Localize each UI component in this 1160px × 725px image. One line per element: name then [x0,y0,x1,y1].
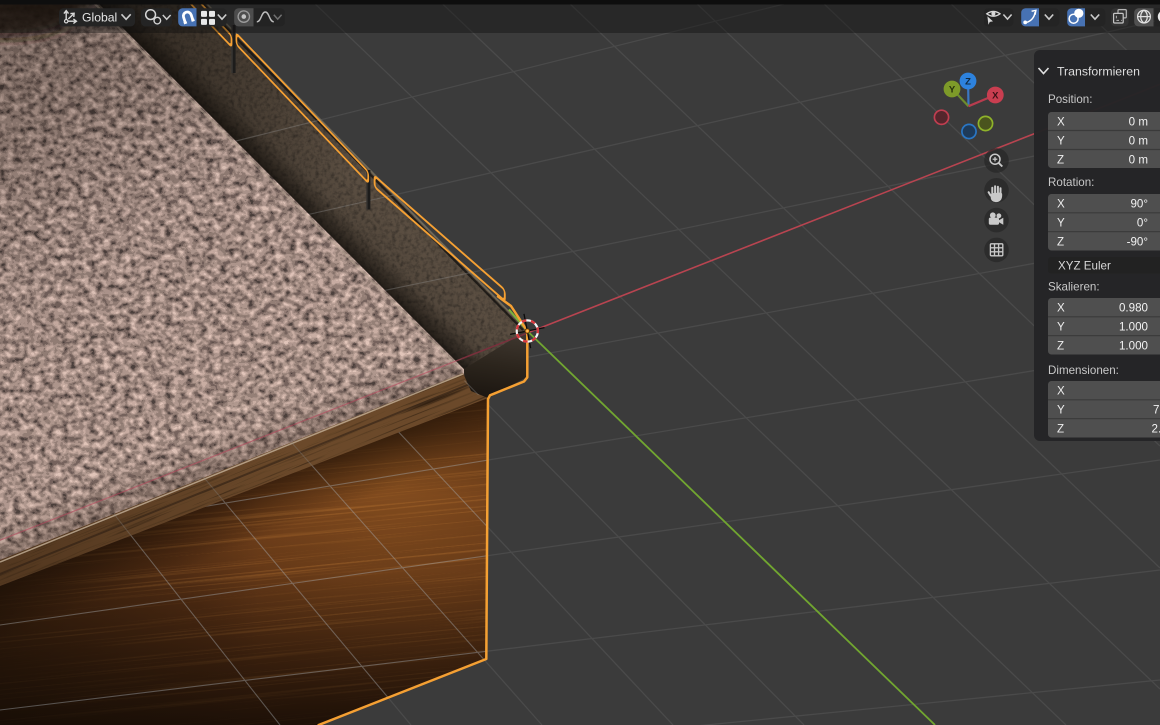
svg-text:Z: Z [965,77,971,88]
svg-text:0 m: 0 m [1129,153,1148,166]
svg-text:0 m: 0 m [1129,115,1148,128]
svg-text:X: X [992,91,999,102]
svg-text:90°: 90° [1130,198,1148,211]
svg-text:1.000: 1.000 [1119,339,1148,352]
svg-text:Transformieren: Transformieren [1057,65,1140,79]
svg-text:7.4: 7.4 [1153,403,1160,416]
svg-text:Skalieren:: Skalieren: [1048,281,1100,294]
svg-text:Y: Y [1057,320,1065,333]
svg-text:Rotation:: Rotation: [1048,176,1094,189]
svg-text:X: X [1057,198,1065,211]
svg-text:0.980: 0.980 [1119,302,1148,315]
svg-text:-90°: -90° [1127,235,1148,248]
svg-text:Dimensionen:: Dimensionen: [1048,364,1119,377]
svg-text:Z: Z [1057,422,1064,435]
svg-text:Y: Y [1057,403,1065,416]
svg-text:0°: 0° [1137,216,1148,229]
svg-text:X: X [1057,385,1065,398]
svg-text:X: X [1057,302,1065,315]
svg-text:1.000: 1.000 [1119,320,1148,333]
svg-text:Z: Z [1057,235,1064,248]
svg-text:X: X [1057,115,1065,128]
svg-text:2.7: 2.7 [1152,422,1160,435]
svg-text:Y: Y [1057,134,1065,147]
svg-text:XYZ Euler: XYZ Euler [1058,259,1111,272]
svg-text:Y: Y [1057,216,1065,229]
svg-text:Z: Z [1057,339,1064,352]
svg-text:0 m: 0 m [1129,134,1148,147]
svg-text:Z: Z [1057,153,1064,166]
svg-text:Position:: Position: [1048,93,1092,106]
svg-text:Global: Global [82,10,117,24]
svg-text:Y: Y [949,85,956,96]
